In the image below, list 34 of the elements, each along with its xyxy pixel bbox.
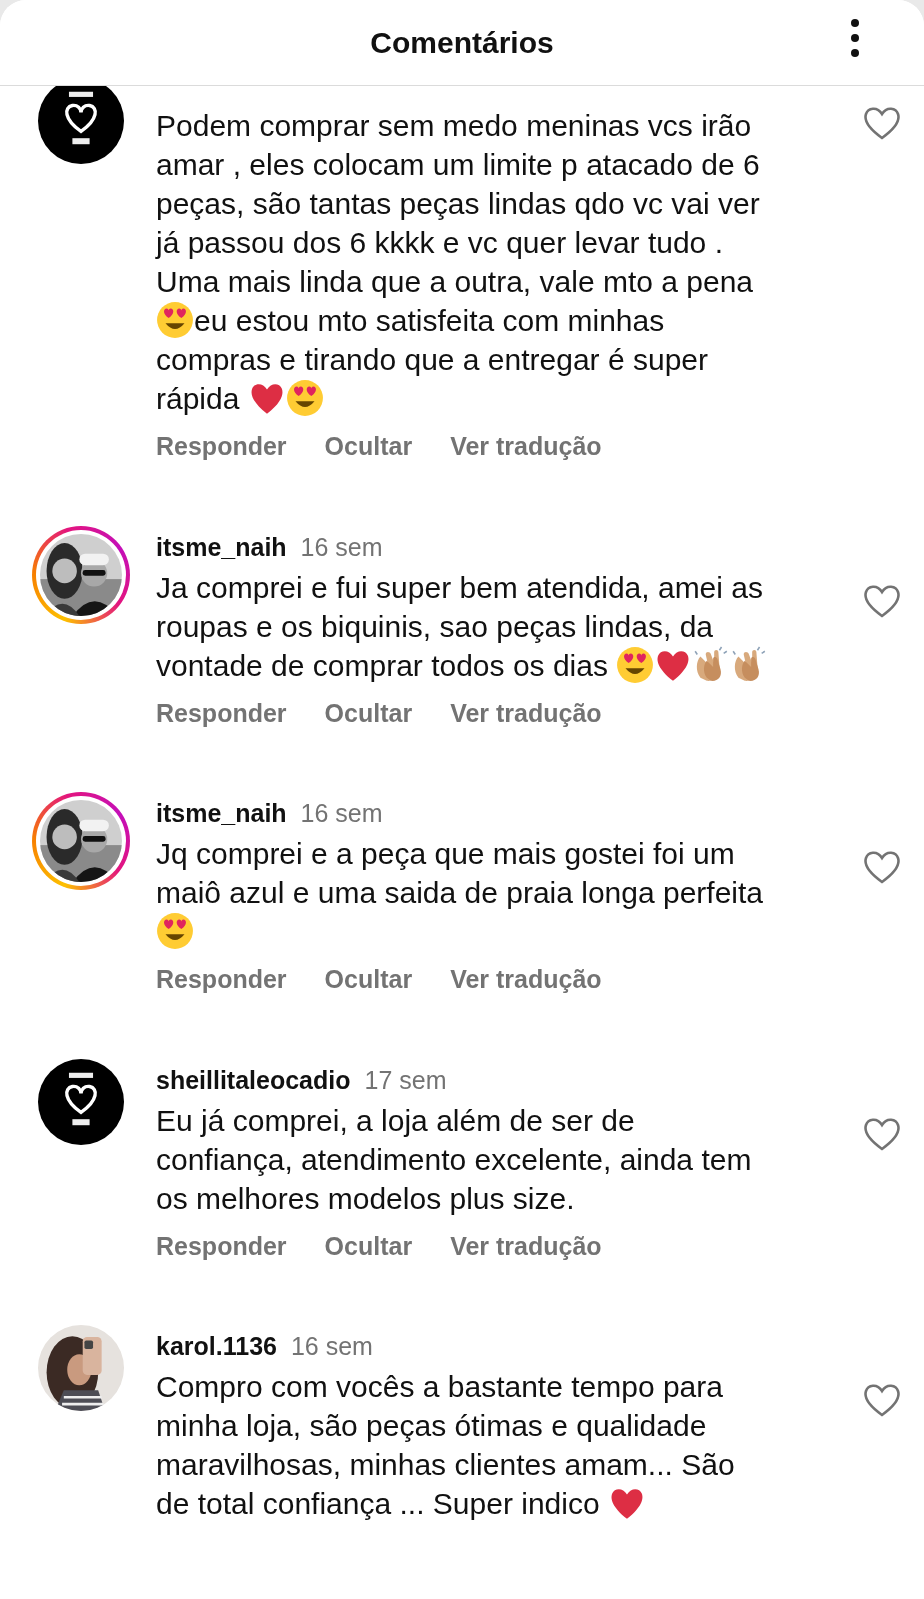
comment-action-link[interactable]: Ocultar — [324, 694, 413, 732]
heart-eyes-emoji-icon — [616, 645, 655, 684]
comment-action-link[interactable]: Ver tradução — [450, 694, 602, 732]
like-icon[interactable] — [862, 1381, 902, 1417]
sheet-title: Comentários — [370, 25, 554, 61]
comment-action-link[interactable]: Ver tradução — [450, 961, 602, 999]
comment-action-link[interactable]: Ocultar — [324, 428, 413, 466]
comment-action-link[interactable]: Ocultar — [324, 961, 413, 999]
comment-time: 16 sem — [300, 531, 383, 563]
username[interactable]: sheillitaleocadio — [156, 1062, 351, 1097]
username[interactable]: itsme_naih — [156, 529, 287, 564]
more-options-icon[interactable] — [848, 18, 862, 58]
comment-time: 17 sem — [364, 1064, 447, 1096]
comment-text: Jq comprei e a peça que mais gostei foi um maiô azul e uma saida de praia longa perfeita — [156, 834, 776, 951]
heart-eyes-emoji-icon — [156, 912, 194, 950]
comment-text: Eu já comprei, a loja além de ser de confiança, atendimento excelente, ainda tem os melhores modelos plus size. — [156, 1102, 753, 1217]
comment-text: Compro com vocês a bastante tempo para minha loja, são peças ótimas e qualidade maravilhosas, minhas clientes amam... São de total confiança ... Super indico — [156, 1369, 736, 1523]
comment-time: 16 sem — [300, 798, 383, 829]
comment-action-link[interactable]: Ver tradução — [450, 1227, 602, 1265]
comment-action-link[interactable]: Ver tradução — [450, 428, 602, 466]
heart-eyes-emoji-icon — [156, 301, 194, 339]
comment-text: Ja comprei e fui super bem atendida, amei as roupas e os biquinis, sao peças lindas, da vontade de comprar todos os dias — [156, 567, 776, 685]
like-icon[interactable] — [862, 104, 902, 140]
comment-action-link[interactable]: Ocultar — [324, 1227, 413, 1265]
heart-eyes-emoji-icon — [285, 379, 324, 417]
comment-action-link[interactable]: Responder — [156, 694, 287, 732]
username[interactable]: karol.1136 — [156, 1329, 277, 1363]
comment-action-link[interactable]: Responder — [156, 1227, 287, 1265]
comment-text: Podem comprar sem medo meninas vcs irão amar , eles colocam um limite p atacado de 6 peças, são tantas peças lindas qdo vc vai ver já passou dos 6 kkkk e vc quer levar tudo . Uma mais linda que a outra, vale mto a pena eu estou mto satisfeita com minhas compras e tirando que a entregar é super rápida — [156, 108, 761, 418]
comment-action-link[interactable]: Responder — [156, 961, 287, 999]
comment-action-link[interactable]: Responder — [156, 428, 287, 466]
comment-time: 16 sem — [290, 1331, 373, 1362]
username[interactable]: itsme_naih — [156, 796, 287, 830]
like-icon[interactable] — [862, 848, 902, 884]
